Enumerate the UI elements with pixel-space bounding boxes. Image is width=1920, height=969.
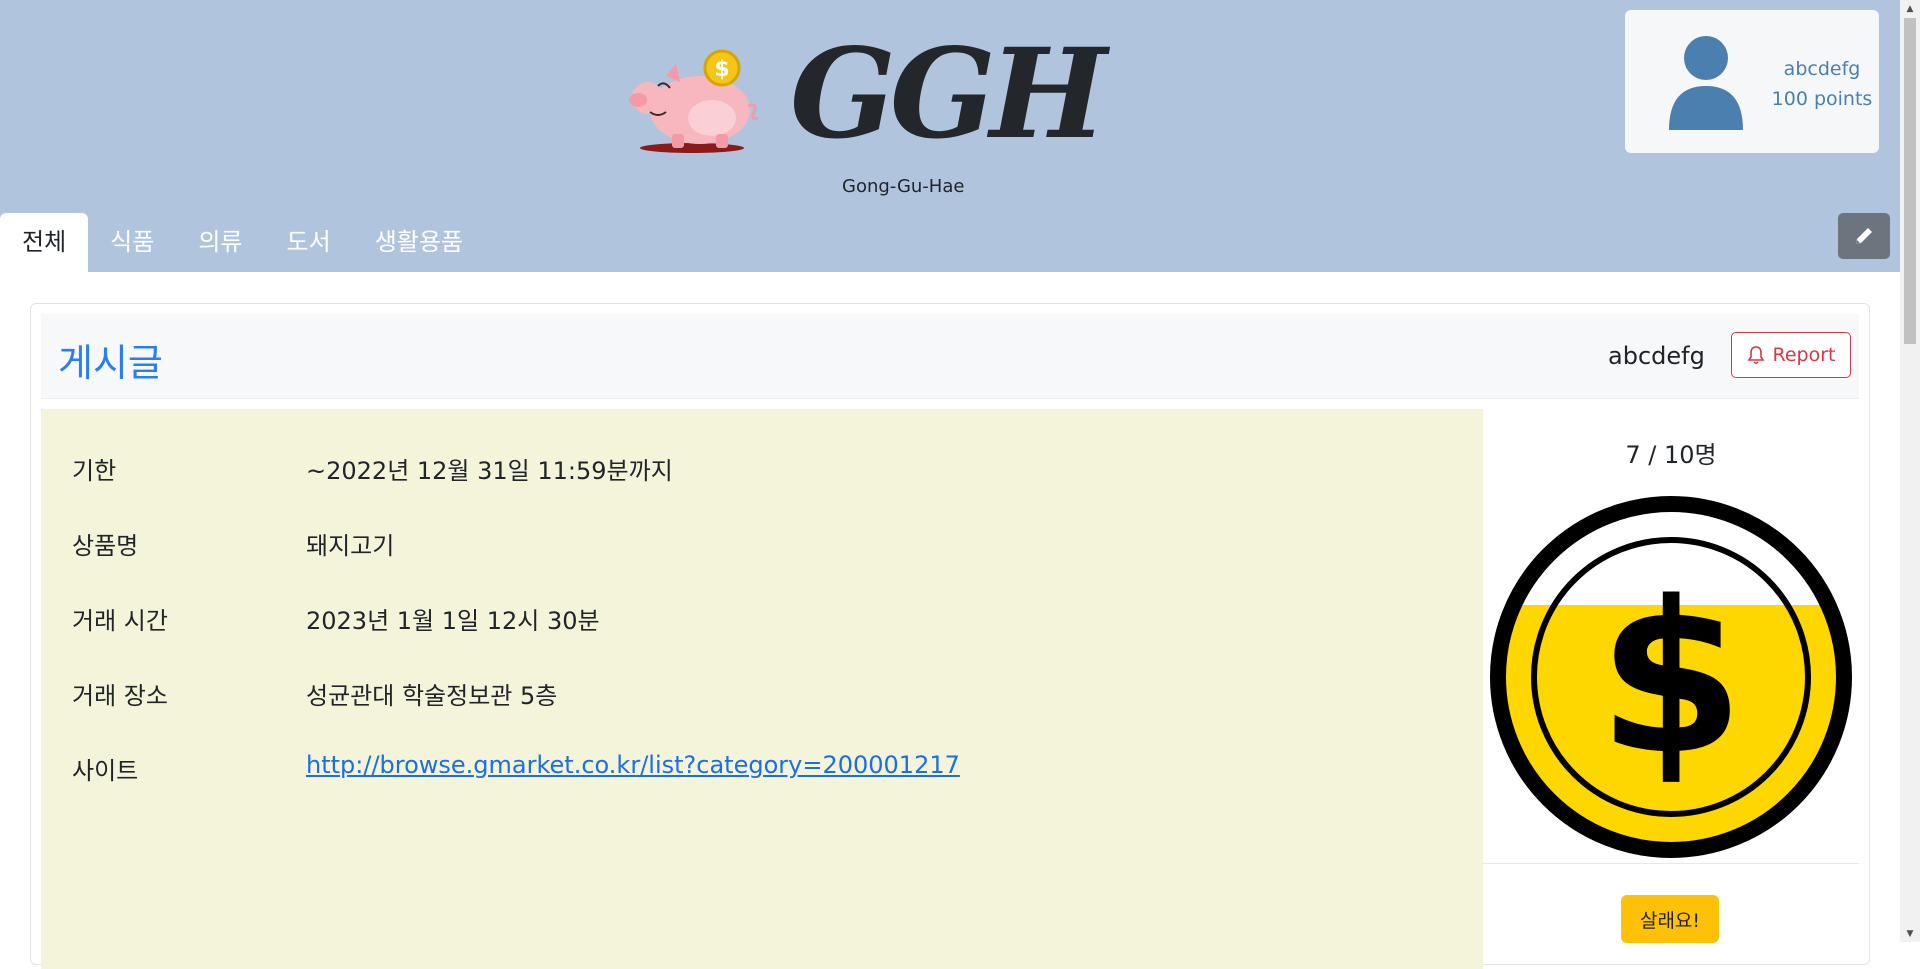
logo-subtitle: Gong-Gu-Hae (842, 176, 965, 197)
bell-icon (1747, 346, 1764, 365)
post-card-header: 게시글 abcdefg Report (41, 314, 1859, 399)
deadline-label: 기한 (72, 457, 117, 485)
participation-panel: 7 / 10명 $ 살래요! (1483, 409, 1859, 969)
trade-time-value: 2023년 1월 1일 12시 30분 (306, 607, 600, 635)
post-heading: 게시글 (58, 341, 163, 385)
user-profile-card[interactable]: abcdefg 100 points (1625, 10, 1879, 153)
product-value: 돼지고기 (306, 532, 395, 560)
piggy-bank-icon: $ (629, 49, 759, 153)
report-button[interactable]: Report (1731, 332, 1851, 378)
panel-divider (1483, 863, 1859, 864)
post-card: 게시글 abcdefg Report 기한 ~2022년 12월 31일 11:… (30, 303, 1870, 969)
tab-household[interactable]: 생활용품 (353, 213, 485, 272)
scroll-down-arrow-icon[interactable]: ▼ (1900, 925, 1920, 942)
user-avatar-icon (1669, 36, 1743, 130)
trade-place-value: 성균관대 학술정보관 5층 (306, 682, 558, 710)
tab-clothing[interactable]: 의류 (176, 213, 264, 272)
scroll-up-arrow-icon[interactable]: ▲ (1900, 0, 1920, 17)
post-details: 기한 ~2022년 12월 31일 11:59분까지 상품명 돼지고기 거래 시… (41, 409, 1483, 969)
edit-button[interactable] (1838, 213, 1890, 259)
svg-text:$: $ (714, 57, 729, 82)
category-tabs: 전체 식품 의류 도서 생활용품 (0, 213, 485, 272)
site-logo[interactable]: $ GGH Gong-Gu-Hae (620, 30, 1107, 200)
site-link[interactable]: http://browse.gmarket.co.kr/list?categor… (306, 751, 960, 779)
report-label: Report (1772, 344, 1836, 366)
site-label: 사이트 (72, 757, 139, 785)
deadline-value: ~2022년 12월 31일 11:59분까지 (306, 457, 673, 485)
dollar-coin-icon: $ (1490, 496, 1852, 858)
trade-time-label: 거래 시간 (72, 607, 168, 635)
user-name: abcdefg (1783, 58, 1861, 80)
post-author[interactable]: abcdefg (1608, 342, 1705, 370)
trade-place-label: 거래 장소 (72, 682, 168, 710)
scroll-thumb[interactable] (1904, 18, 1916, 344)
participant-count: 7 / 10명 (1625, 441, 1717, 469)
vertical-scrollbar[interactable]: ▲ ▼ (1900, 0, 1920, 942)
site-header: $ GGH Gong-Gu-Hae abcdefg 100 points 전체 … (0, 0, 1900, 272)
product-label: 상품명 (72, 532, 139, 560)
logo-title: GGH (790, 22, 1107, 167)
user-points: 100 points (1771, 88, 1873, 110)
user-info: abcdefg 100 points (1765, 54, 1879, 114)
tab-all[interactable]: 전체 (0, 213, 89, 272)
coin-symbol: $ (1598, 556, 1744, 801)
buy-button[interactable]: 살래요! (1621, 895, 1719, 943)
tab-food[interactable]: 식품 (88, 213, 176, 272)
pencil-icon (1856, 228, 1872, 244)
tab-books[interactable]: 도서 (265, 213, 353, 272)
